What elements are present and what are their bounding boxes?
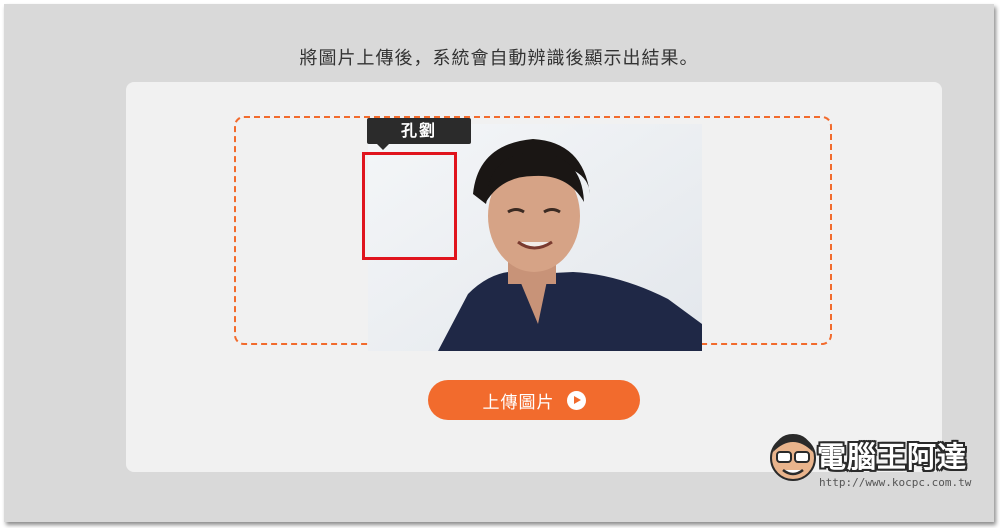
page-background: 將圖片上傳後，系統會自動辨識後顯示出結果。 孔劉 上傳圖片 電腦王阿達 http… xyxy=(4,4,994,522)
upload-button-label: 上傳圖片 xyxy=(482,392,555,413)
instruction-text: 將圖片上傳後，系統會自動辨識後顯示出結果。 xyxy=(299,48,699,69)
watermark-title: 電腦王阿達 xyxy=(817,440,968,474)
upload-image-button[interactable]: 上傳圖片 xyxy=(428,380,640,420)
watermark-url: http://www.kocpc.com.tw xyxy=(819,476,972,489)
face-detection-box xyxy=(362,152,457,260)
upload-card: 孔劉 上傳圖片 xyxy=(126,82,942,472)
play-circle-icon xyxy=(566,390,586,410)
site-watermark: 電腦王阿達 http://www.kocpc.com.tw xyxy=(767,428,987,498)
image-dropzone[interactable]: 孔劉 xyxy=(234,116,832,351)
mascot-logo-icon xyxy=(770,434,816,481)
face-name-label: 孔劉 xyxy=(367,118,471,150)
